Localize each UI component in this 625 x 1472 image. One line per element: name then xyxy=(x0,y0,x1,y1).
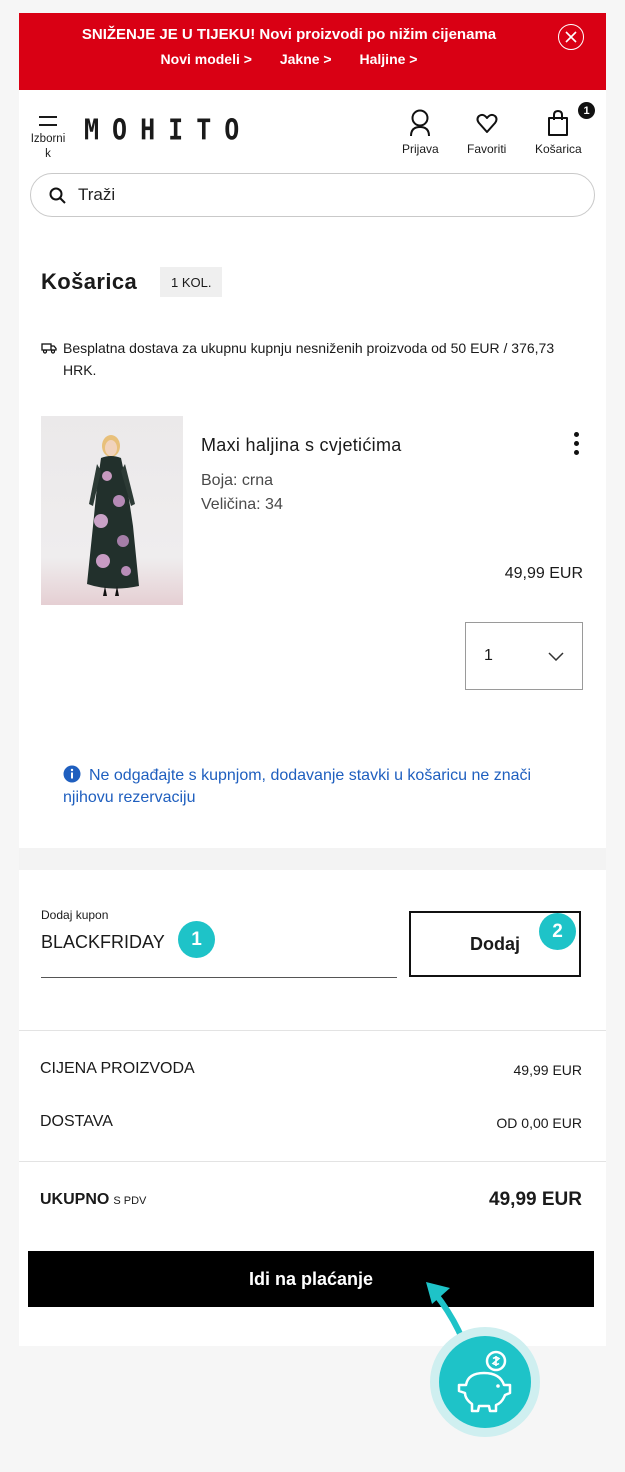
cart-quantity-badge: 1 KOL. xyxy=(160,267,223,297)
coupon-input[interactable]: BLACKFRIDAY xyxy=(41,932,165,953)
piggy-bank-icon xyxy=(457,1350,512,1413)
search-bar[interactable]: Traži xyxy=(30,173,595,217)
promo-link-dresses[interactable]: Haljine > xyxy=(360,51,418,67)
search-input[interactable]: Traži xyxy=(78,185,115,205)
coupon-underline xyxy=(41,977,397,978)
step-badge-2: 2 xyxy=(539,913,576,950)
divider xyxy=(19,1161,606,1162)
promo-link-jackets[interactable]: Jakne > xyxy=(280,51,332,67)
shipping-info: Besplatna dostava za ukupnu kupnju nesni… xyxy=(41,337,586,381)
quantity-select[interactable]: 1 xyxy=(465,622,583,690)
menu-label: Izbornik xyxy=(30,133,66,160)
step-badge-1: 1 xyxy=(178,921,215,958)
menu-button[interactable]: Izbornik xyxy=(28,114,68,162)
section-divider xyxy=(19,848,606,870)
total-suffix: S PDV xyxy=(113,1195,147,1207)
brand-logo[interactable]: MOHITO xyxy=(84,113,252,146)
chevron-down-icon xyxy=(548,651,564,661)
more-options-icon[interactable] xyxy=(570,432,582,456)
truck-icon xyxy=(41,343,57,354)
favorites-label: Favoriti xyxy=(467,142,507,156)
total-value: 49,99 EUR xyxy=(489,1189,582,1210)
piggy-bank-badge xyxy=(430,1327,540,1437)
product-color: Boja: crna xyxy=(201,472,274,489)
checkout-button[interactable]: Idi na plaćanje xyxy=(28,1251,594,1307)
product-image[interactable] xyxy=(41,416,183,605)
total-label: UKUPNO S PDV xyxy=(40,1191,146,1209)
hamburger-icon xyxy=(39,116,57,126)
promo-title: SNIŽENJE JE U TIJEKU! Novi proizvodi po … xyxy=(81,26,497,43)
promo-link-new-models[interactable]: Novi modeli > xyxy=(161,51,252,67)
product-price: 49,99 EUR xyxy=(504,565,583,582)
shopping-bag-icon xyxy=(548,109,569,136)
divider xyxy=(19,1030,606,1031)
search-icon xyxy=(49,187,66,204)
quantity-value: 1 xyxy=(484,647,493,664)
products-price-label: CIJENA PROIZVODA xyxy=(40,1060,195,1077)
cart-label: Košarica xyxy=(535,142,582,156)
product-size: Veličina: 34 xyxy=(201,496,283,513)
page-title: Košarica xyxy=(41,269,138,294)
cart-count-badge: 1 xyxy=(578,102,595,119)
notice-text: Ne odgađajte s kupnjom, dodavanje stavki… xyxy=(63,767,532,806)
shipping-label: DOSTAVA xyxy=(40,1113,113,1130)
favorites-button[interactable]: Favoriti xyxy=(467,108,506,156)
coupon-label: Dodaj kupon xyxy=(41,908,109,922)
total-label-text: UKUPNO xyxy=(40,1191,110,1208)
login-button[interactable]: Prijava xyxy=(402,108,439,156)
user-icon xyxy=(410,109,431,137)
heart-icon xyxy=(476,113,498,133)
shipping-note: Besplatna dostava za ukupnu kupnju nesni… xyxy=(63,340,555,378)
info-icon xyxy=(63,765,81,783)
shipping-value: OD 0,00 EUR xyxy=(496,1115,582,1131)
reservation-notice: Ne odgađajte s kupnjom, dodavanje stavki… xyxy=(63,765,563,809)
products-price-value: 49,99 EUR xyxy=(513,1062,582,1078)
product-name[interactable]: Maxi haljina s cvjetićima xyxy=(201,435,402,456)
promo-banner: SNIŽENJE JE U TIJEKU! Novi proizvodi po … xyxy=(19,13,606,90)
login-label: Prijava xyxy=(402,142,439,156)
cart-button[interactable]: Košarica xyxy=(535,108,582,156)
close-icon[interactable] xyxy=(558,24,584,50)
promo-links: Novi modeli > Jakne > Haljine > xyxy=(19,51,559,67)
